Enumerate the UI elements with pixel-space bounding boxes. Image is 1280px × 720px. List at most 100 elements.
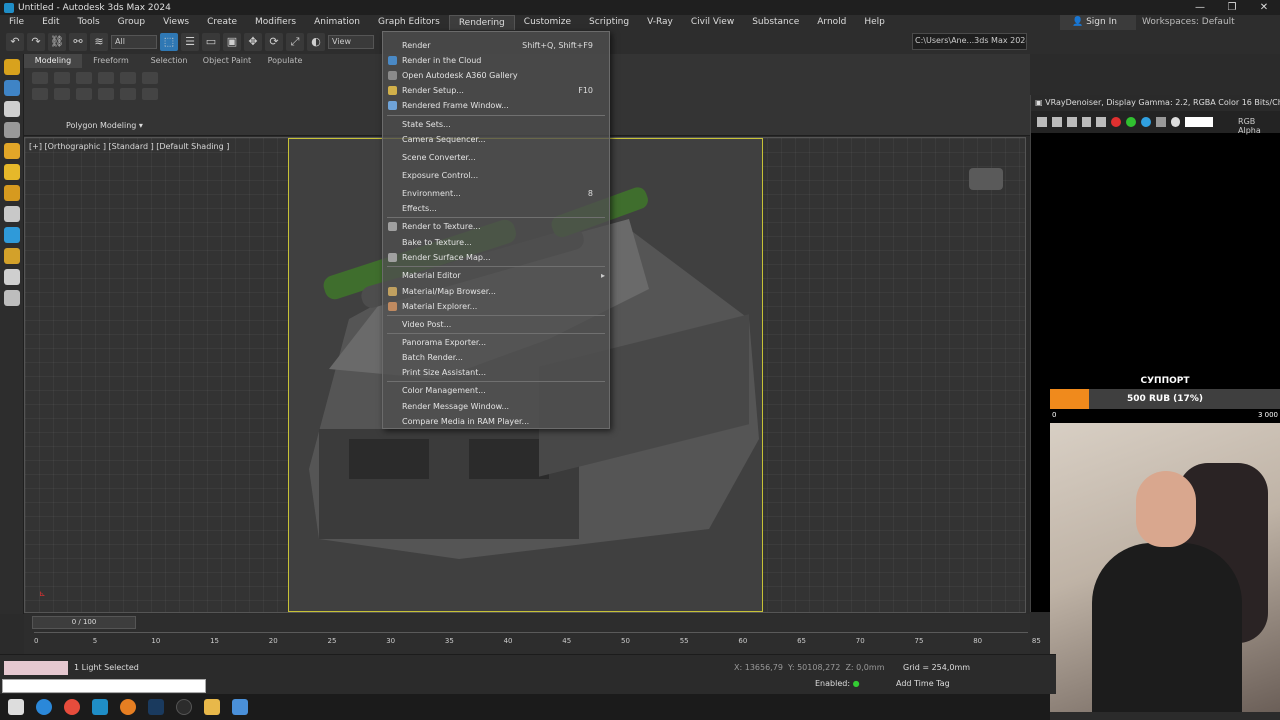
menu-edit[interactable]: Edit bbox=[33, 15, 68, 30]
add-time-tag[interactable]: Add Time Tag bbox=[896, 679, 950, 688]
ring-icon[interactable] bbox=[76, 88, 92, 100]
menu-item-render-to-texture[interactable]: Render to Texture... bbox=[383, 219, 609, 234]
menu-item-exposure-control[interactable]: Exposure Control... bbox=[383, 168, 609, 183]
element-icon[interactable] bbox=[120, 72, 136, 84]
viewport-label[interactable]: [+] [Orthographic ] [Standard ] [Default… bbox=[29, 142, 229, 151]
menu-modifiers[interactable]: Modifiers bbox=[246, 15, 305, 30]
copy-icon[interactable] bbox=[1051, 117, 1062, 127]
monitor-icon[interactable] bbox=[232, 699, 248, 715]
menu-tools[interactable]: Tools bbox=[69, 15, 109, 30]
clear-icon[interactable] bbox=[1096, 117, 1107, 127]
move-icon[interactable]: ✥ bbox=[244, 33, 262, 51]
menu-rendering[interactable]: Rendering bbox=[448, 14, 515, 31]
menu-civil-view[interactable]: Civil View bbox=[682, 15, 743, 30]
menu-item-compare-media-ram-player[interactable]: Compare Media in RAM Player... bbox=[383, 414, 609, 429]
blue-channel-icon[interactable] bbox=[1140, 117, 1151, 127]
menu-item-print-size-assistant[interactable]: Print Size Assistant... bbox=[383, 365, 609, 380]
place-icon[interactable]: ◐ bbox=[307, 33, 325, 51]
clone-icon[interactable] bbox=[1066, 117, 1077, 127]
rect-selection-icon[interactable]: ▭ bbox=[202, 33, 220, 51]
menu-item-render[interactable]: Render Shift+Q, Shift+F9 bbox=[383, 38, 609, 53]
space-warp-icon[interactable] bbox=[4, 269, 20, 285]
systems-icon[interactable] bbox=[4, 290, 20, 306]
obs-icon[interactable] bbox=[176, 699, 192, 715]
timeline-ruler[interactable]: 0 5 10 15 20 25 30 35 40 45 50 55 60 65 70 75 80 85 bbox=[34, 632, 1041, 650]
create-icon[interactable] bbox=[4, 59, 20, 75]
file-explorer-icon[interactable] bbox=[204, 699, 220, 715]
stack-icon[interactable] bbox=[142, 72, 158, 84]
blender-icon[interactable] bbox=[120, 699, 136, 715]
menu-item-camera-sequencer[interactable]: Camera Sequencer... bbox=[383, 132, 609, 147]
modify-icon[interactable] bbox=[4, 80, 20, 96]
polygon-icon[interactable] bbox=[98, 72, 114, 84]
select-by-name-icon[interactable]: ☰ bbox=[181, 33, 199, 51]
menu-item-video-post[interactable]: Video Post... bbox=[383, 317, 609, 332]
alpha-channel-icon[interactable] bbox=[1155, 117, 1166, 127]
reference-coordinate-dropdown[interactable]: View bbox=[328, 35, 374, 49]
y-coordinate[interactable]: 50108,272 bbox=[797, 663, 840, 672]
menu-item-rendered-frame-window[interactable]: Rendered Frame Window... bbox=[383, 98, 609, 113]
maximize-button[interactable]: ❐ bbox=[1216, 0, 1248, 15]
link-icon[interactable]: ⛓ bbox=[48, 33, 66, 51]
menu-item-material-explorer[interactable]: Material Explorer... bbox=[383, 299, 609, 314]
menu-item-panorama-exporter[interactable]: Panorama Exporter... bbox=[383, 335, 609, 350]
menu-substance[interactable]: Substance bbox=[743, 15, 808, 30]
red-channel-icon[interactable] bbox=[1111, 117, 1122, 127]
motion-icon[interactable] bbox=[4, 122, 20, 138]
menu-item-environment[interactable]: Environment... 8 bbox=[383, 186, 609, 201]
minimize-button[interactable]: — bbox=[1184, 0, 1216, 15]
tab-object-paint[interactable]: Object Paint bbox=[198, 54, 256, 68]
menu-item-render-setup[interactable]: Render Setup... F10 bbox=[383, 83, 609, 98]
menu-item-batch-render[interactable]: Batch Render... bbox=[383, 350, 609, 365]
polygon-modeling-label[interactable]: Polygon Modeling ▾ bbox=[66, 121, 143, 130]
menu-item-scene-converter[interactable]: Scene Converter... bbox=[383, 150, 609, 165]
print-icon[interactable] bbox=[1081, 117, 1092, 127]
chrome-icon[interactable] bbox=[64, 699, 80, 715]
unlink-icon[interactable]: ⚯ bbox=[69, 33, 87, 51]
menu-item-state-sets[interactable]: State Sets... bbox=[383, 117, 609, 132]
save-icon[interactable] bbox=[1037, 117, 1047, 127]
coordinate-display[interactable]: X: 13656,79 Y: 50108,272 Z: 0,0mm bbox=[734, 663, 884, 672]
menu-graph-editors[interactable]: Graph Editors bbox=[369, 15, 449, 30]
menu-vray[interactable]: V-Ray bbox=[638, 15, 682, 30]
tab-modeling[interactable]: Modeling bbox=[24, 54, 82, 68]
menu-item-effects[interactable]: Effects... bbox=[383, 201, 609, 216]
channel-dropdown[interactable]: RGB Alpha bbox=[1238, 117, 1280, 135]
menu-group[interactable]: Group bbox=[109, 15, 154, 30]
menu-arnold[interactable]: Arnold bbox=[808, 15, 855, 30]
project-path[interactable]: C:\Users\Ane...3ds Max 2024 bbox=[912, 33, 1027, 50]
shrink-icon[interactable] bbox=[54, 88, 70, 100]
hierarchy-icon[interactable] bbox=[4, 101, 20, 117]
edge-icon[interactable] bbox=[36, 699, 52, 715]
light-icon[interactable] bbox=[4, 227, 20, 243]
windows-start-icon[interactable] bbox=[8, 699, 24, 715]
scale-icon[interactable]: ⤢ bbox=[286, 33, 304, 51]
vertex-icon[interactable] bbox=[32, 72, 48, 84]
color-swatch[interactable] bbox=[1185, 117, 1214, 127]
select-object-icon[interactable]: ⬚ bbox=[160, 33, 178, 51]
x-coordinate[interactable]: 13656,79 bbox=[745, 663, 783, 672]
menu-item-render-message-window[interactable]: Render Message Window... bbox=[383, 399, 609, 414]
sphere-icon[interactable] bbox=[4, 185, 20, 201]
display-icon[interactable] bbox=[4, 143, 20, 159]
menu-customize[interactable]: Customize bbox=[515, 15, 580, 30]
undo-icon[interactable]: ↶ bbox=[6, 33, 24, 51]
menu-item-material-editor[interactable]: Material Editor ▸ bbox=[383, 268, 609, 283]
menu-views[interactable]: Views bbox=[154, 15, 198, 30]
green-channel-icon[interactable] bbox=[1126, 117, 1136, 127]
utilities-icon[interactable] bbox=[4, 164, 20, 180]
tab-freeform[interactable]: Freeform bbox=[82, 54, 140, 68]
edge-icon[interactable] bbox=[54, 72, 70, 84]
tab-selection[interactable]: Selection bbox=[140, 54, 198, 68]
border-icon[interactable] bbox=[76, 72, 92, 84]
menu-item-render-surface-map[interactable]: Render Surface Map... bbox=[383, 250, 609, 265]
time-slider[interactable]: 0 / 100 bbox=[32, 616, 136, 629]
grow-icon[interactable] bbox=[32, 88, 48, 100]
menu-create[interactable]: Create bbox=[198, 15, 246, 30]
3ds-max-taskbar-icon[interactable] bbox=[92, 699, 108, 715]
menu-animation[interactable]: Animation bbox=[305, 15, 369, 30]
menu-item-bake-to-texture[interactable]: Bake to Texture... bbox=[383, 235, 609, 250]
mono-icon[interactable] bbox=[1170, 117, 1181, 127]
photoshop-icon[interactable] bbox=[148, 699, 164, 715]
show-icon[interactable] bbox=[142, 88, 158, 100]
